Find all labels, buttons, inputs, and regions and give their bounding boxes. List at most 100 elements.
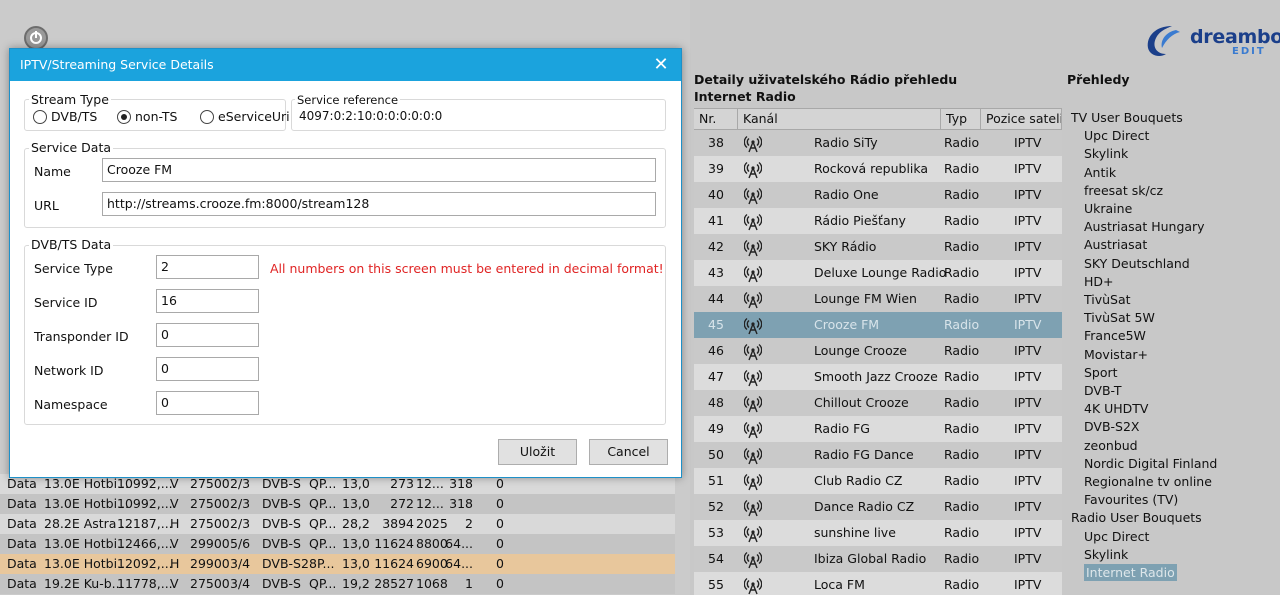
channel-row[interactable]: 44 Lounge FM Wien Radio IPTV xyxy=(694,286,1062,312)
transponder-cell: DVB-S xyxy=(262,536,301,551)
channel-row[interactable]: 40 Radio One Radio IPTV xyxy=(694,182,1062,208)
radio-non-ts-dot[interactable] xyxy=(117,109,131,124)
tree-item-tv-bouquet[interactable]: Favourites (TV) xyxy=(1084,491,1178,508)
channel-type: Radio xyxy=(944,135,980,150)
transponder-cell: QP... xyxy=(309,576,337,591)
channel-nr: 51 xyxy=(708,473,724,488)
radio-dvb-ts[interactable]: DVB/TS xyxy=(33,109,97,124)
service-id-field[interactable]: 16 xyxy=(156,289,259,313)
service-reference-label: Service reference xyxy=(295,93,401,107)
tree-item-tv-bouquet[interactable]: TivùSat xyxy=(1084,291,1131,308)
transponder-row[interactable]: Data 28.2E Astra ... 12187,... H 27500 2/3 DVB… xyxy=(0,514,675,534)
radio-dvb-ts-dot[interactable] xyxy=(33,109,47,124)
tree-item-tv-bouquet[interactable]: Austriasat Hungary xyxy=(1084,218,1205,235)
transponder-cell: 28527 xyxy=(374,576,414,591)
radio-non-ts[interactable]: non-TS xyxy=(117,109,177,124)
tree-item-tv-bouquet[interactable]: DVB-S2X xyxy=(1084,418,1140,435)
tree-item-tv-bouquet[interactable]: Sport xyxy=(1084,364,1118,381)
url-field[interactable]: http://streams.crooze.fm:8000/stream128 xyxy=(102,192,656,216)
network-id-field[interactable]: 0 xyxy=(156,357,259,381)
name-field[interactable]: Crooze FM xyxy=(102,158,656,182)
column-header-nr[interactable]: Nr. xyxy=(694,109,738,129)
tree-item-tv-bouquet[interactable]: Nordic Digital Finland xyxy=(1084,455,1217,472)
column-header-pozice[interactable]: Pozice satelitu xyxy=(981,109,1062,129)
namespace-field[interactable]: 0 xyxy=(156,391,259,415)
channel-position: IPTV xyxy=(1014,187,1042,202)
transponder-cell: 3/4 xyxy=(230,556,251,571)
dialog-title: IPTV/Streaming Service Details xyxy=(10,49,681,81)
tree-item-tv-bouquet[interactable]: Skylink xyxy=(1084,145,1128,162)
channel-position: IPTV xyxy=(1014,499,1042,514)
column-header-kanal[interactable]: Kanál xyxy=(738,109,941,129)
tree-root-radio-bouquets[interactable]: Radio User Bouquets xyxy=(1071,509,1202,526)
channel-name: Rocková republika xyxy=(814,161,929,176)
transponder-row[interactable]: Data 13.0E Hotbi... 12466,... V 29900 5/6 DVB-… xyxy=(0,534,675,554)
channel-row[interactable]: 48 Chillout Crooze Radio IPTV xyxy=(694,390,1062,416)
channel-row[interactable]: 39 Rocková republika Radio IPTV xyxy=(694,156,1062,182)
radio-antenna-icon xyxy=(743,447,763,465)
channel-row[interactable]: 46 Lounge Crooze Radio IPTV xyxy=(694,338,1062,364)
transponder-cell: H xyxy=(170,556,180,571)
channel-row[interactable]: 41 Rádio Piešťany Radio IPTV xyxy=(694,208,1062,234)
tree-item-tv-bouquet[interactable]: Austriasat xyxy=(1084,236,1147,253)
tree-root-tv-bouquets[interactable]: TV User Bouquets xyxy=(1071,109,1183,126)
tree-item-tv-bouquet[interactable]: Upc Direct xyxy=(1084,127,1149,144)
channel-position: IPTV xyxy=(1014,343,1042,358)
tree-item-tv-bouquet[interactable]: Movistar+ xyxy=(1084,346,1148,363)
channel-row[interactable]: 53 sunshine live Radio IPTV xyxy=(694,520,1062,546)
channel-position: IPTV xyxy=(1014,551,1042,566)
tree-item-tv-bouquet[interactable]: France5W xyxy=(1084,327,1146,344)
transponder-id-field[interactable]: 0 xyxy=(156,323,259,347)
channel-type: Radio xyxy=(944,161,980,176)
cancel-button[interactable]: Cancel xyxy=(589,439,668,465)
channel-row[interactable]: 50 Radio FG Dance Radio IPTV xyxy=(694,442,1062,468)
radio-dvb-ts-label: DVB/TS xyxy=(51,109,98,124)
radio-antenna-icon xyxy=(743,187,763,205)
tree-item-tv-bouquet[interactable]: HD+ xyxy=(1084,273,1114,290)
transponder-cell: 272 xyxy=(390,496,414,511)
transponder-cell: QP... xyxy=(309,536,337,551)
tree-item-tv-bouquet[interactable]: 4K UHDTV xyxy=(1084,400,1148,417)
transponder-row[interactable]: Data 13.0E Hotbi... 12092,... H 29900 3/4 DVB-… xyxy=(0,554,675,574)
channel-row[interactable]: 45 Crooze FM Radio IPTV xyxy=(694,312,1062,338)
channel-row[interactable]: 42 SKY Rádio Radio IPTV xyxy=(694,234,1062,260)
channel-row[interactable]: 49 Radio FG Radio IPTV xyxy=(694,416,1062,442)
tree-item-tv-bouquet[interactable]: Ukraine xyxy=(1084,200,1132,217)
channel-row[interactable]: 51 Club Radio CZ Radio IPTV xyxy=(694,468,1062,494)
transponder-cell: DVB-S2 xyxy=(262,556,309,571)
name-label: Name xyxy=(34,164,71,179)
channel-row[interactable]: 55 Loca FM Radio IPTV xyxy=(694,572,1062,595)
tree-item-tv-bouquet[interactable]: Regionalne tv online xyxy=(1084,473,1212,490)
radio-eserviceuri[interactable]: eServiceUri xyxy=(200,109,290,124)
tree-item-radio-bouquet[interactable]: Internet Radio xyxy=(1084,564,1177,581)
channel-row[interactable]: 43 Deluxe Lounge Radio Radio IPTV xyxy=(694,260,1062,286)
save-button[interactable]: Uložit xyxy=(498,439,577,465)
radio-eserviceuri-dot[interactable] xyxy=(200,109,214,124)
column-header-typ[interactable]: Typ xyxy=(941,109,981,129)
close-icon[interactable]: ✕ xyxy=(651,55,671,75)
tree-item-tv-bouquet[interactable]: freesat sk/cz xyxy=(1084,182,1163,199)
tree-item-radio-bouquet[interactable]: Skylink xyxy=(1084,546,1128,563)
channel-position: IPTV xyxy=(1014,421,1042,436)
tree-item-tv-bouquet[interactable]: Antik xyxy=(1084,164,1116,181)
transponder-cell: Data xyxy=(7,556,37,571)
channel-name: Club Radio CZ xyxy=(814,473,903,488)
power-icon[interactable] xyxy=(24,26,48,50)
network-id-label: Network ID xyxy=(34,363,104,378)
channel-row[interactable]: 38 Radio SiTy Radio IPTV xyxy=(694,130,1062,156)
channel-row[interactable]: 47 Smooth Jazz Crooze Radio IPTV xyxy=(694,364,1062,390)
channel-row[interactable]: 52 Dance Radio CZ Radio IPTV xyxy=(694,494,1062,520)
transponder-row[interactable]: Data 13.0E Hotbi... 10992,... V 27500 2/3 DVB-… xyxy=(0,494,675,514)
channel-row[interactable]: 54 Ibiza Global Radio Radio IPTV xyxy=(694,546,1062,572)
service-type-field[interactable]: 2 xyxy=(156,255,259,279)
channel-table[interactable]: Nr. Kanál Typ Pozice satelitu 38 Radio Si… xyxy=(694,108,1062,595)
channel-type: Radio xyxy=(944,187,980,202)
tree-item-tv-bouquet[interactable]: TivùSat 5W xyxy=(1084,309,1155,326)
tree-item-tv-bouquet[interactable]: DVB-T xyxy=(1084,382,1122,399)
channel-nr: 49 xyxy=(708,421,724,436)
tree-item-tv-bouquet[interactable]: zeonbud xyxy=(1084,437,1138,454)
tree-item-radio-bouquet[interactable]: Upc Direct xyxy=(1084,528,1149,545)
tree-item-tv-bouquet[interactable]: SKY Deutschland xyxy=(1084,255,1190,272)
transponder-cell: 2/3 xyxy=(230,516,251,531)
transponder-row[interactable]: Data 19.2E Ku-b... 11778,... V 27500 3/4 DVB-S… xyxy=(0,574,675,594)
